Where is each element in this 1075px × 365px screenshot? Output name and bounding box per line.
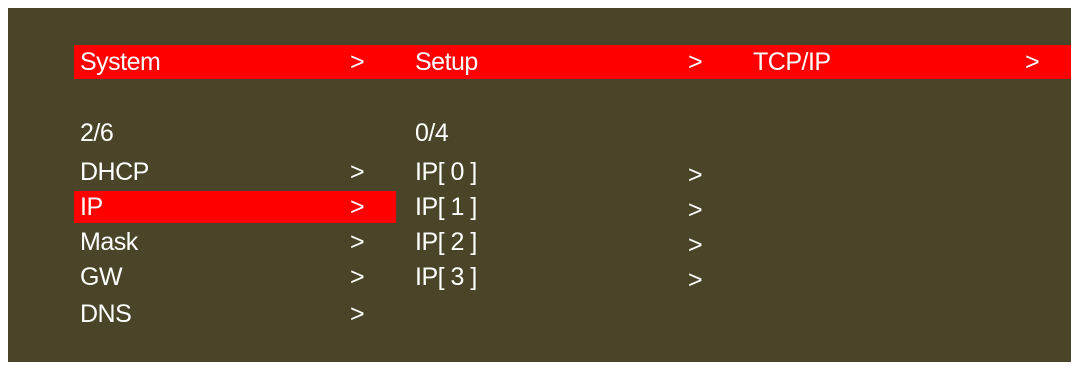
menu-item-dns[interactable]: DNS xyxy=(80,299,132,329)
submenu-item-ip-2-arrow-icon: > xyxy=(688,231,703,259)
breadcrumb xyxy=(74,45,1071,79)
menu-item-ip[interactable]: IP xyxy=(80,192,103,222)
selection-highlight xyxy=(74,191,396,223)
breadcrumb-item-tcpip[interactable]: TCP/IP xyxy=(753,47,831,77)
menu-item-ip-arrow-icon: > xyxy=(350,193,365,221)
menu-item-dns-arrow-icon: > xyxy=(350,300,365,328)
submenu-item-ip-1-arrow-icon: > xyxy=(688,196,703,224)
left-menu-counter: 2/6 xyxy=(80,119,114,147)
menu-item-gw-arrow-icon: > xyxy=(350,263,365,291)
breadcrumb-system-arrow-icon: > xyxy=(350,48,365,76)
submenu-item-ip-1[interactable]: IP[ 1 ] xyxy=(415,192,477,222)
right-menu-counter: 0/4 xyxy=(415,119,449,147)
submenu-item-ip-0-arrow-icon: > xyxy=(688,161,703,189)
breadcrumb-tcpip-arrow-icon: > xyxy=(1025,48,1040,76)
menu-item-mask[interactable]: Mask xyxy=(80,227,138,257)
menu-item-gw[interactable]: GW xyxy=(80,262,123,292)
breadcrumb-item-setup[interactable]: Setup xyxy=(415,47,478,77)
breadcrumb-item-system[interactable]: System xyxy=(80,47,161,77)
submenu-item-ip-3-arrow-icon: > xyxy=(688,266,703,294)
menu-item-dhcp[interactable]: DHCP xyxy=(80,157,149,187)
osd-menu-screen: System > Setup > TCP/IP > 2/6 DHCP > IP … xyxy=(8,8,1071,362)
menu-item-mask-arrow-icon: > xyxy=(350,228,365,256)
breadcrumb-setup-arrow-icon: > xyxy=(688,48,703,76)
menu-item-dhcp-arrow-icon: > xyxy=(350,158,365,186)
submenu-item-ip-0[interactable]: IP[ 0 ] xyxy=(415,157,477,187)
submenu-item-ip-2[interactable]: IP[ 2 ] xyxy=(415,227,477,257)
submenu-item-ip-3[interactable]: IP[ 3 ] xyxy=(415,262,477,292)
